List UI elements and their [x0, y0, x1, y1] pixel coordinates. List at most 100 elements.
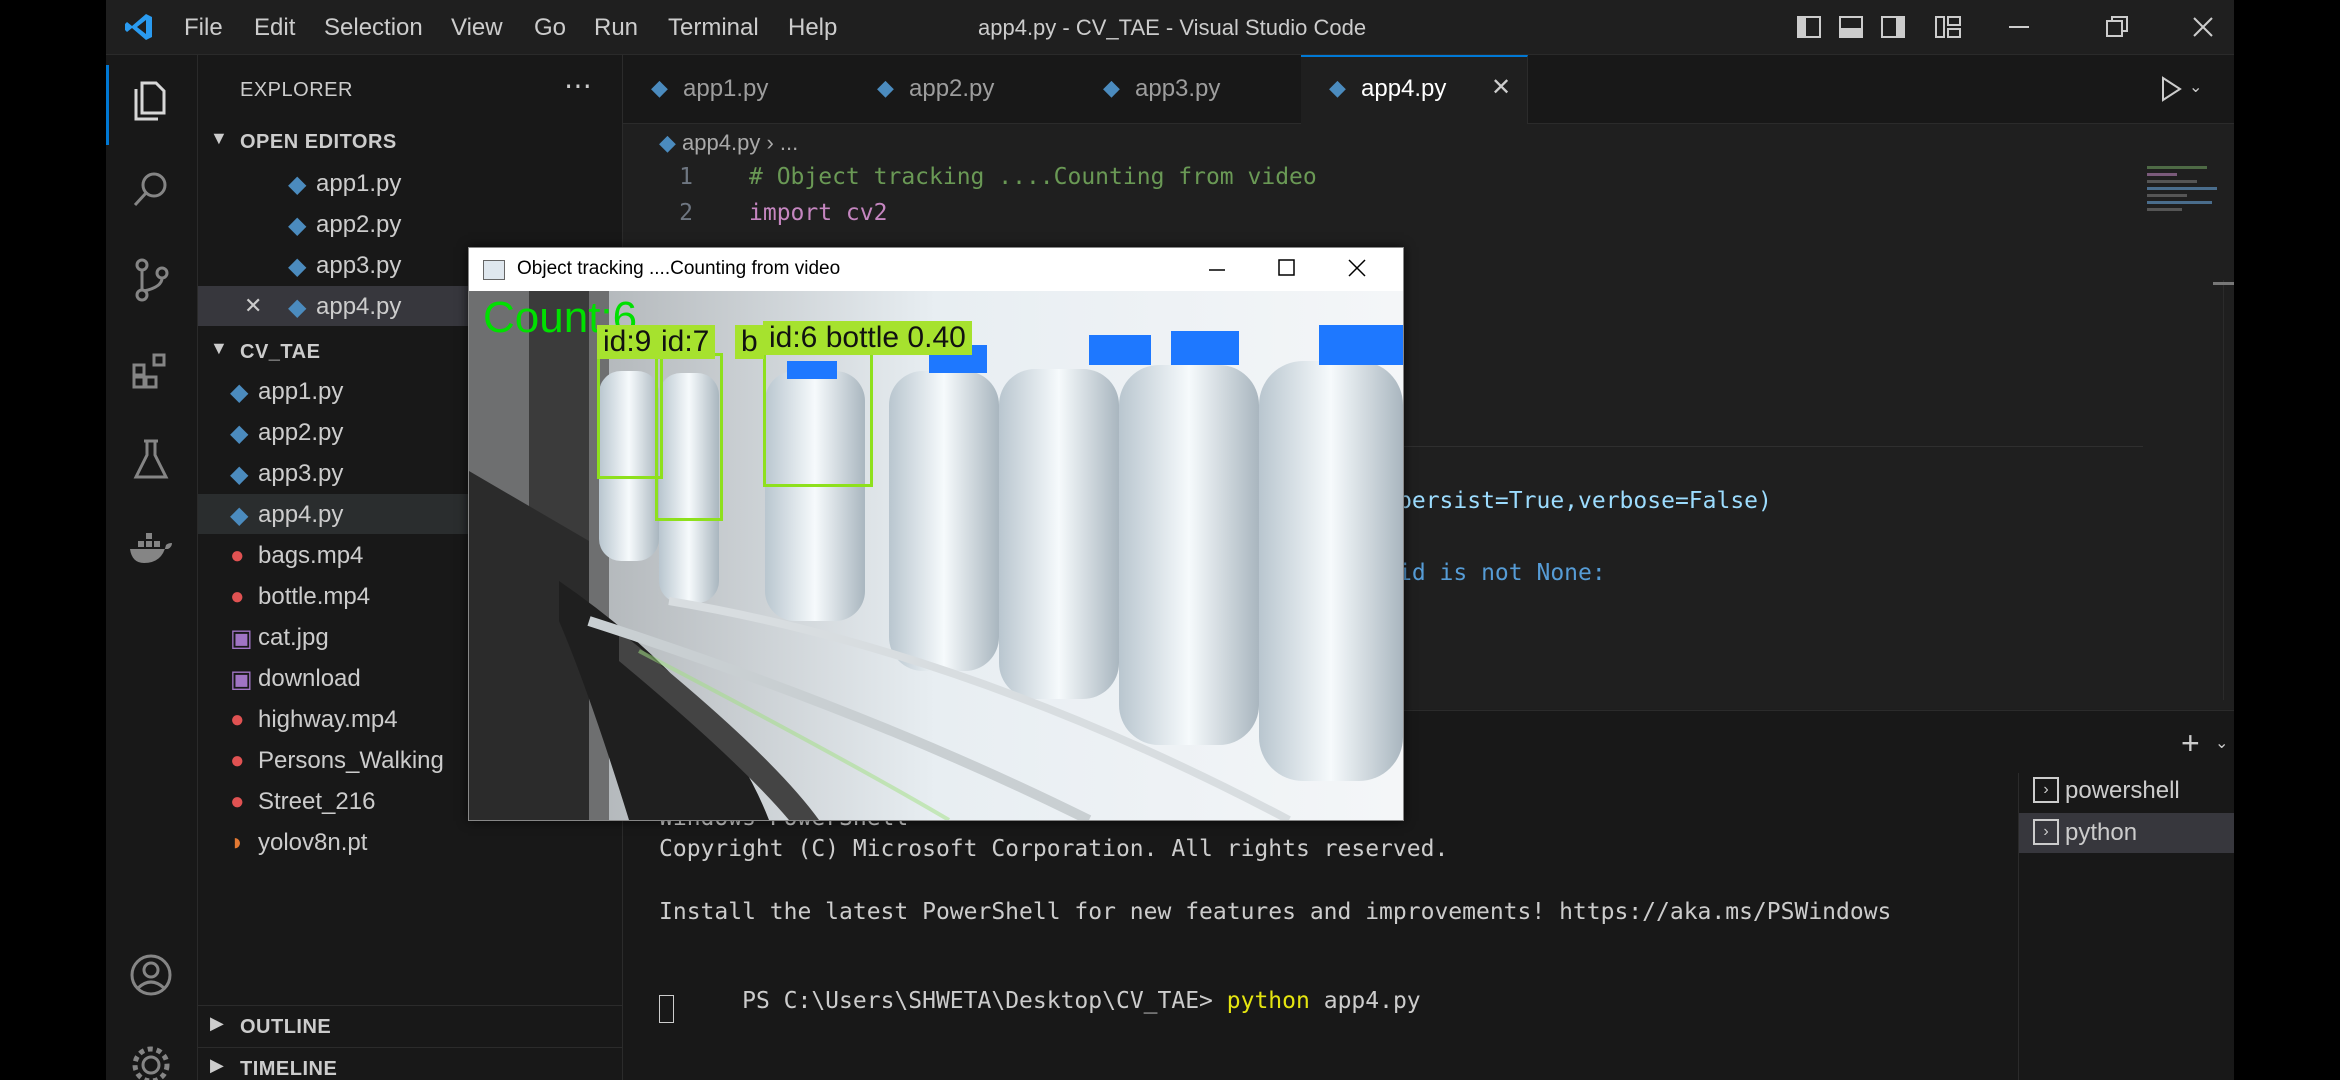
cv-maximize-icon[interactable]: [1277, 258, 1297, 278]
tab-app1[interactable]: ◆ app1.py: [623, 55, 850, 123]
file-label: Persons_Walking: [258, 747, 444, 774]
open-editors-label: OPEN EDITORS: [240, 131, 397, 153]
open-editor-item[interactable]: ◆ app1.py: [198, 163, 622, 203]
python-file-icon: ◆: [1329, 75, 1346, 100]
menu-view[interactable]: View: [451, 14, 503, 42]
run-python-file-icon[interactable]: [2159, 75, 2183, 103]
vscode-logo-icon: [125, 14, 152, 40]
editor-tabs: ◆ app1.py ◆ app2.py ◆ app3.py ◆ app4.py …: [623, 55, 2234, 125]
activity-bar: [106, 55, 198, 1080]
object-tracking-window[interactable]: Object tracking ....Counting from video: [468, 247, 1404, 821]
cv-minimize-icon[interactable]: [1207, 260, 1227, 280]
outline-section[interactable]: ▶ OUTLINE: [198, 1005, 622, 1046]
detection-box-id9: [597, 353, 663, 479]
scrollbar-thumb[interactable]: [2213, 282, 2234, 285]
python-file-icon: ◆: [288, 253, 307, 280]
menu-help[interactable]: Help: [788, 14, 837, 42]
terminal-session-powershell[interactable]: › powershell: [2019, 771, 2234, 811]
new-terminal-icon[interactable]: +: [2181, 725, 2200, 762]
account-icon[interactable]: [126, 950, 176, 1000]
close-tab-icon[interactable]: ✕: [1491, 73, 1511, 102]
customize-layout-icon[interactable]: [1934, 14, 1962, 40]
run-dropdown-chevron-icon[interactable]: ⌄: [2189, 77, 2202, 97]
tab-label: app2.py: [909, 75, 995, 102]
open-editor-item[interactable]: ◆ app2.py: [198, 204, 622, 244]
title-bar: File Edit Selection View Go Run Terminal…: [106, 0, 2234, 55]
detection-label: id:7: [655, 325, 716, 359]
minimap[interactable]: [2147, 162, 2225, 272]
chevron-right-icon: ▶: [210, 1013, 224, 1033]
toggle-panel-icon[interactable]: [1838, 14, 1864, 40]
source-control-icon[interactable]: [126, 255, 176, 305]
menu-terminal[interactable]: Terminal: [668, 14, 759, 42]
settings-gear-icon[interactable]: [126, 1040, 176, 1080]
split-editor-icon[interactable]: [2233, 75, 2234, 103]
file-label: Street_216: [258, 788, 376, 815]
python-file-icon: ◆: [288, 171, 307, 198]
terminal-dropdown-chevron-icon[interactable]: ⌄: [2215, 733, 2228, 753]
tab-app2[interactable]: ◆ app2.py: [849, 55, 1076, 123]
window-title: app4.py - CV_TAE - Visual Studio Code: [978, 15, 1367, 40]
file-label: yolov8n.pt: [258, 829, 368, 856]
menu-go[interactable]: Go: [534, 14, 566, 42]
explorer-more-actions-icon[interactable]: ⋯: [564, 69, 592, 102]
open-editor-label: app3.py: [316, 252, 402, 279]
file-label: cat.jpg: [258, 624, 329, 651]
terminal-session-python[interactable]: › python: [2019, 813, 2234, 853]
file-label: highway.mp4: [258, 706, 398, 733]
code-line: import cv2: [749, 200, 888, 226]
image-file-icon: ▣: [230, 625, 253, 652]
outline-label: OUTLINE: [240, 1016, 332, 1038]
python-file-icon: ◆: [288, 212, 307, 239]
line-number: 2: [679, 200, 693, 226]
menu-selection[interactable]: Selection: [324, 14, 423, 42]
menu-file[interactable]: File: [184, 14, 223, 42]
timeline-section[interactable]: ▶ TIMELINE: [198, 1047, 622, 1080]
python-file-icon: ◆: [230, 502, 249, 529]
session-label: python: [2065, 819, 2138, 846]
tab-app4[interactable]: ◆ app4.py ✕: [1301, 55, 1528, 125]
close-window-icon[interactable]: [2190, 14, 2216, 40]
editor-scrollbar[interactable]: [2223, 280, 2234, 700]
toggle-secondary-sidebar-icon[interactable]: [1880, 14, 1906, 40]
minimize-icon[interactable]: [2006, 14, 2032, 40]
testing-icon[interactable]: [126, 435, 176, 485]
toggle-primary-sidebar-icon[interactable]: [1796, 14, 1822, 40]
detection-label: b: [735, 325, 764, 359]
open-editor-label: app1.py: [316, 170, 402, 197]
file-label: app4.py: [258, 501, 344, 528]
cv-close-icon[interactable]: [1347, 258, 1367, 278]
active-indicator: [106, 65, 109, 145]
extensions-icon[interactable]: [126, 345, 176, 395]
image-file-icon: ▣: [230, 666, 253, 693]
file-label: bags.mp4: [258, 542, 364, 569]
video-file-icon: ●: [230, 583, 245, 610]
chevron-right-icon: ▶: [210, 1055, 224, 1075]
python-file-icon: ◆: [230, 461, 249, 488]
file-item[interactable]: ◗ yolov8n.pt: [198, 822, 622, 862]
breadcrumb: ◆ app4.py › ...: [659, 130, 798, 156]
detection-label: id:6 bottle 0.40: [763, 321, 972, 355]
code-fragment: id is not None:: [1398, 560, 1606, 586]
file-label: app3.py: [258, 460, 344, 487]
menu-run[interactable]: Run: [594, 14, 638, 42]
docker-icon[interactable]: [126, 525, 176, 575]
tab-app3[interactable]: ◆ app3.py: [1075, 55, 1302, 123]
python-file-icon: ◆: [230, 379, 249, 406]
breadcrumb-separator-icon: ›: [766, 130, 774, 155]
breadcrumb-symbols[interactable]: ...: [780, 130, 798, 155]
timeline-label: TIMELINE: [240, 1058, 338, 1080]
cv-window-titlebar[interactable]: Object tracking ....Counting from video: [469, 248, 1403, 290]
menu-edit[interactable]: Edit: [254, 14, 295, 42]
open-editors-section[interactable]: ▼ OPEN EDITORS: [198, 121, 622, 161]
video-file-icon: ●: [230, 706, 245, 733]
python-file-icon: ◆: [877, 75, 894, 100]
breadcrumb-file[interactable]: app4.py: [682, 130, 760, 155]
search-icon[interactable]: [126, 165, 176, 215]
restore-icon[interactable]: [2104, 14, 2130, 40]
python-file-icon: ◆: [651, 75, 668, 100]
close-editor-icon[interactable]: ✕: [244, 293, 262, 319]
files-icon[interactable]: [126, 75, 176, 125]
open-editor-label: app4.py: [316, 293, 402, 320]
tab-label: app3.py: [1135, 75, 1221, 102]
